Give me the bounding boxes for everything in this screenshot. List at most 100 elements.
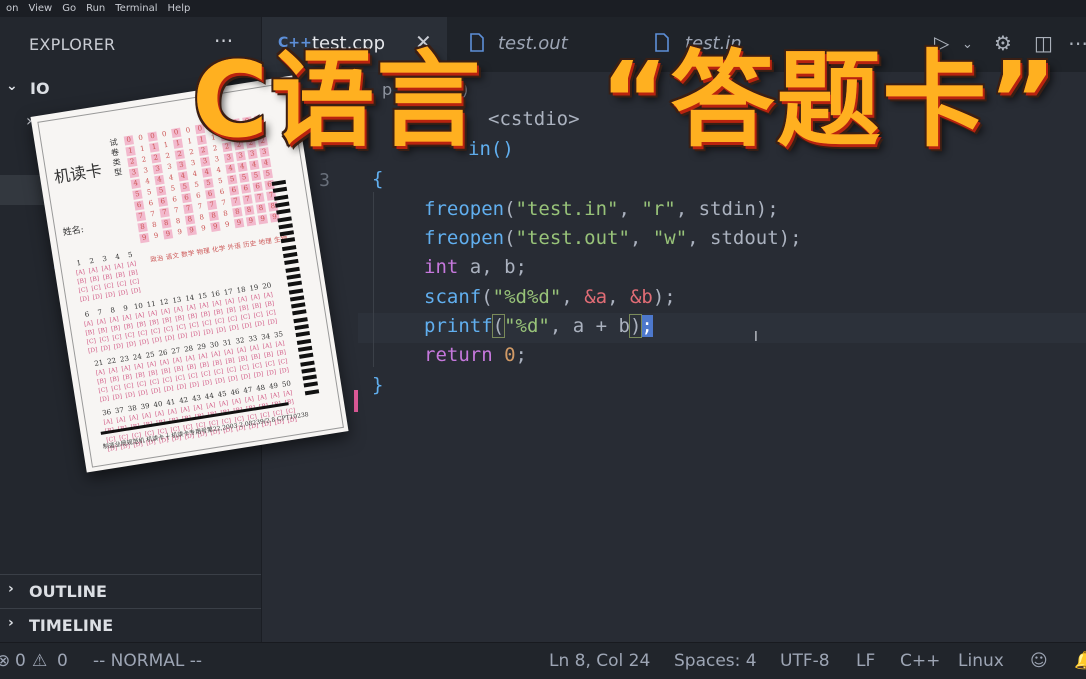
answer-bubble: [B] — [276, 348, 287, 358]
id-digit-bubble: 8 — [222, 209, 229, 218]
id-digit-bubble: 5 — [250, 170, 262, 182]
code-line-freopen-out: freopen("test.out", "w", stdout); — [424, 227, 802, 249]
id-digit-bubble: 5 — [203, 178, 214, 189]
id-digit-bubble: 4 — [215, 165, 222, 175]
timing-mark — [273, 194, 289, 201]
id-digit-bubble: 4 — [144, 177, 151, 186]
id-digit-bubble: 0 — [171, 127, 182, 138]
id-digit-bubble: 9 — [162, 229, 174, 240]
menu-terminal[interactable]: Terminal — [115, 3, 157, 14]
timing-mark — [292, 309, 307, 316]
timing-mark — [279, 230, 295, 237]
indentation[interactable]: Spaces: 4 — [674, 651, 757, 671]
id-digit-bubble: 2 — [150, 153, 162, 164]
id-digit-bubble: 5 — [262, 168, 273, 180]
id-digit-bubble: 5 — [170, 184, 176, 193]
id-digit-bubble: 4 — [154, 174, 165, 186]
id-digit-bubble: 6 — [252, 181, 263, 192]
language-mode[interactable]: C++ — [900, 651, 940, 671]
id-digit-bubble: 7 — [254, 192, 265, 203]
platform[interactable]: Linux — [958, 651, 1004, 671]
timing-mark — [286, 273, 301, 280]
outline-section[interactable]: › OUTLINE — [0, 574, 261, 608]
answer-bubble: [B] — [128, 269, 139, 278]
id-digit-bubble: 4 — [201, 167, 212, 178]
menu-run[interactable]: Run — [86, 3, 105, 14]
error-icon[interactable]: ⊗ — [0, 651, 10, 671]
bell-icon[interactable]: 🔔 — [1074, 651, 1086, 671]
explorer-title: EXPLORER — [29, 35, 116, 54]
timing-mark — [283, 251, 298, 259]
id-digit-bubble: 8 — [161, 218, 172, 229]
id-digit-bubble: 8 — [184, 214, 196, 225]
error-count[interactable]: 0 — [15, 651, 26, 671]
id-digit-bubble: 7 — [206, 199, 218, 211]
timing-mark — [285, 266, 300, 273]
warning-icon[interactable]: ⚠ — [32, 651, 47, 671]
mouse-ibeam-cursor: I — [754, 330, 758, 345]
id-digit-bubble: 4 — [192, 169, 198, 179]
scroll-marker — [354, 390, 358, 412]
timing-mark — [291, 302, 306, 309]
question-number: 50 — [281, 379, 292, 389]
indent-guide — [373, 192, 374, 367]
id-digit-bubble: 7 — [242, 194, 253, 205]
answer-bubble: [D] — [130, 286, 142, 296]
question-number: 35 — [273, 330, 284, 340]
feedback-icon[interactable]: ☺ — [1030, 651, 1048, 671]
timing-mark — [278, 223, 293, 230]
id-digit-bubble: 6 — [240, 183, 251, 194]
id-digit-bubble: 9 — [200, 223, 207, 233]
warning-count[interactable]: 0 — [57, 651, 68, 671]
id-digit-bubble: 7 — [220, 198, 227, 208]
overlay-title-right: “答题卡” — [599, 39, 1059, 162]
menu-selection[interactable]: on — [6, 3, 18, 14]
answer-bubble: [D] — [279, 366, 290, 376]
answer-bubble: [C] — [277, 357, 289, 367]
id-digit-bubble: 5 — [179, 182, 191, 193]
vim-mode: -- NORMAL -- — [93, 651, 203, 671]
id-digit-bubble: 7 — [173, 205, 180, 215]
question-number: 5 — [127, 250, 134, 260]
id-digit-bubble: 5 — [238, 172, 250, 183]
cursor-position[interactable]: Ln 8, Col 24 — [549, 651, 650, 671]
chevron-down-icon: ⌄ — [6, 78, 18, 94]
id-digit-bubble: 3 — [152, 164, 163, 175]
id-digit-bubble: 2 — [164, 151, 171, 161]
id-digit-bubble: 6 — [228, 185, 240, 196]
end-of-line[interactable]: LF — [856, 651, 875, 671]
answer-bubble: [A] — [126, 260, 137, 269]
timing-mark — [297, 345, 313, 352]
id-digit-bubble: 0 — [123, 135, 134, 146]
tab-label: test.out — [498, 33, 568, 54]
id-digit-bubble: 6 — [181, 192, 192, 204]
timing-mark — [284, 259, 299, 266]
id-digit-bubble: 8 — [232, 207, 243, 218]
id-digit-bubble: 7 — [230, 196, 241, 207]
menu-view[interactable]: View — [28, 3, 52, 14]
answer-bubble: [A] — [275, 340, 286, 349]
id-digit-bubble: 9 — [234, 217, 245, 229]
timing-mark — [287, 280, 303, 287]
id-digit-bubble: 0 — [161, 129, 168, 139]
timeline-label: TIMELINE — [29, 616, 114, 635]
encoding[interactable]: UTF-8 — [780, 651, 830, 671]
id-digit-bubble: 7 — [135, 211, 147, 222]
id-digit-bubble: 6 — [148, 198, 154, 208]
id-digit-bubble: 8 — [137, 222, 148, 233]
more-actions-icon[interactable]: ⋯ — [1068, 31, 1086, 55]
timing-mark — [299, 352, 314, 360]
question-number: 20 — [261, 281, 272, 291]
id-digit-bubble: 7 — [159, 207, 170, 218]
folder-io-label: IO — [30, 79, 50, 98]
menu-go[interactable]: Go — [62, 3, 76, 14]
timing-mark — [296, 338, 312, 345]
status-bar: ⊗ 0 ⚠ 0 -- NORMAL -- Ln 8, Col 24 Spaces… — [0, 642, 1086, 679]
id-digit-bubble: 5 — [193, 180, 200, 190]
id-digit-bubble: 4 — [237, 161, 248, 173]
menu-help[interactable]: Help — [168, 3, 191, 14]
timeline-section[interactable]: › TIMELINE — [0, 608, 261, 642]
id-digit-bubble: 6 — [205, 189, 216, 200]
timing-mark — [294, 324, 309, 331]
id-digit-bubble: 2 — [127, 156, 138, 168]
